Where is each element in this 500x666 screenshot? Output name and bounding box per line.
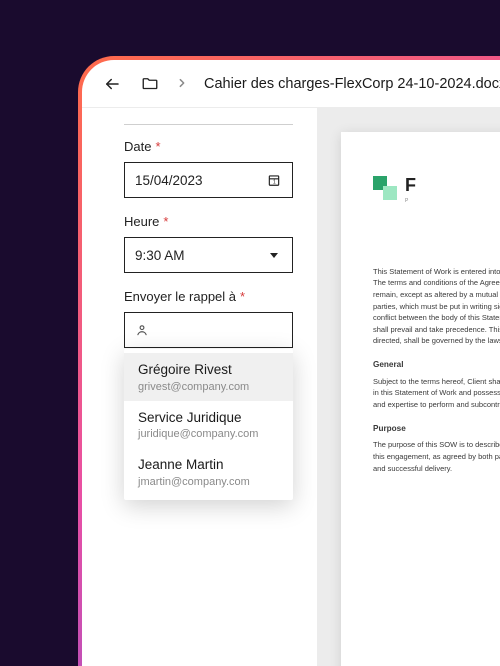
svg-text:1: 1 [273,180,276,186]
person-icon [135,322,149,338]
calendar-icon[interactable]: 1 [266,172,282,188]
time-field: Heure * 9:30 AM [124,214,293,273]
recipient-option[interactable]: Jeanne Martin jmartin@company.com [124,448,293,496]
recipient-label-text: Envoyer le rappel à [124,289,236,304]
doc-logo: F P [373,172,500,206]
required-asterisk: * [155,139,160,154]
option-email: grivest@company.com [138,381,279,393]
content-area: Date * 15/04/2023 1 Heure * 9:30 AM [82,108,500,666]
option-name: Jeanne Martin [138,456,279,474]
option-name: Service Juridique [138,409,279,427]
back-button[interactable] [102,74,122,94]
recipient-dropdown: Grégoire Rivest grivest@company.com Serv… [124,349,293,500]
recipient-field: Envoyer le rappel à* Grégoire Rivest gri… [124,289,293,348]
option-email: juridique@company.com [138,428,279,440]
doc-heading: Purpose [373,423,500,436]
file-name[interactable]: Cahier des charges-FlexCorp 24-10-2024.d… [204,76,500,92]
recipient-option[interactable]: Grégoire Rivest grivest@company.com [124,353,293,401]
required-asterisk: * [240,289,245,304]
top-divider [124,124,293,125]
date-label: Date * [124,139,293,154]
doc-paragraph: The purpose of this SOW is to describe t… [373,439,500,474]
recipient-option[interactable]: Service Juridique juridique@company.com [124,401,293,449]
document-preview-panel: F P This Statement of Work is entered in… [317,108,500,666]
device-screen: Cahier des charges-FlexCorp 24-10-2024.d… [82,60,500,666]
time-select[interactable]: 9:30 AM [124,237,293,273]
option-name: Grégoire Rivest [138,361,279,379]
logo-mark-icon [373,176,399,202]
form-panel: Date * 15/04/2023 1 Heure * 9:30 AM [82,108,317,666]
chevron-down-icon [266,247,282,263]
doc-paragraph: This Statement of Work is entered into o… [373,266,500,347]
required-asterisk: * [163,214,168,229]
breadcrumb-chevron-icon [178,77,186,91]
time-label-text: Heure [124,214,159,229]
time-value: 9:30 AM [135,248,185,263]
option-email: jmartin@company.com [138,476,279,488]
date-input[interactable]: 15/04/2023 1 [124,162,293,198]
folder-icon [140,74,160,94]
recipient-input[interactable] [124,312,293,348]
time-label: Heure * [124,214,293,229]
logo-text: F [405,172,416,200]
date-field: Date * 15/04/2023 1 [124,139,293,198]
recipient-text-input[interactable] [155,323,332,338]
doc-paragraph: Subject to the terms hereof, Client shal… [373,376,500,411]
date-value: 15/04/2023 [135,173,203,188]
doc-heading: General [373,359,500,372]
topbar: Cahier des charges-FlexCorp 24-10-2024.d… [82,60,500,108]
document-page: F P This Statement of Work is entered in… [341,132,500,666]
date-label-text: Date [124,139,151,154]
recipient-label: Envoyer le rappel à * [124,289,293,304]
device-frame: Cahier des charges-FlexCorp 24-10-2024.d… [78,56,500,666]
